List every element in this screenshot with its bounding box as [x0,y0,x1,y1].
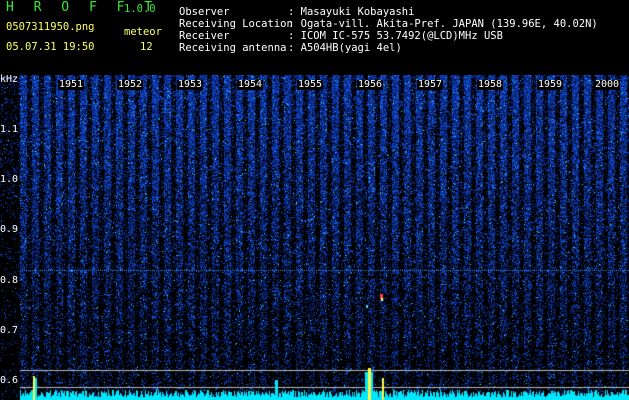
file-name: 0507311950.png [6,21,95,33]
info-observer-key: Observer [179,6,230,18]
time-label-1951: 1951 [58,79,85,90]
time-label-1958: 1958 [477,79,504,90]
time-label-1957: 1957 [417,79,444,90]
app-version: 1.0.0 [124,3,156,15]
file-datetime: 05.07.31 19:50 [6,41,95,53]
header: H R O F F T 1.0.0 0507311950.png meteor … [0,0,629,75]
info-observer-value: : Masayuki Kobayashi [288,6,415,18]
time-label-1953: 1953 [177,79,204,90]
time-label-1954: 1954 [237,79,264,90]
mode-count: 12 [140,41,153,53]
info-antenna-value: : A504HB(yagi 4el) [288,42,402,54]
info-location-key: Receiving Location [179,18,293,30]
info-antenna-key: Receiving antenna [179,42,287,54]
freq-label-0-7: 0.7 [0,325,19,336]
time-label-1955: 1955 [297,79,324,90]
time-label-1952: 1952 [117,79,144,90]
spectrogram-canvas [0,75,629,400]
time-label-1956: 1956 [357,79,384,90]
info-receiver-key: Receiver [179,30,230,42]
freq-label-0-8: 0.8 [0,275,19,286]
mode-label: meteor [124,26,162,38]
freq-unit-label: kHz [0,74,19,85]
info-location-value: : Ogata-vill. Akita-Pref. JAPAN (139.96E… [288,18,598,30]
freq-label-0-6: 0.6 [0,375,19,386]
time-label-1959: 1959 [537,79,564,90]
freq-label-0-9: 0.9 [0,224,19,235]
freq-label-1-0: 1.0 [0,174,19,185]
time-label-2000: 2000 [594,79,621,90]
info-receiver-value: : ICOM IC-575 53.7492(@LCD)MHz USB [288,30,503,42]
freq-label-1-1: 1.1 [0,124,19,135]
